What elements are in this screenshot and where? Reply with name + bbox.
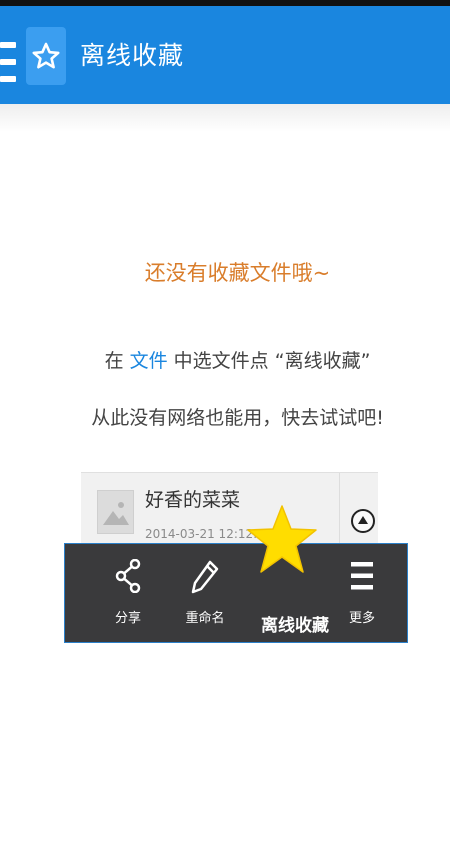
- pencil-icon: [190, 559, 220, 599]
- file-name: 好香的菜菜: [145, 489, 241, 511]
- hint-prefix: 在: [104, 350, 130, 372]
- rename-button[interactable]: 重命名: [167, 544, 243, 642]
- hamburger-menu-icon[interactable]: [0, 42, 16, 82]
- share-label: 分享: [114, 611, 141, 626]
- app-bar-shadow: [0, 104, 450, 132]
- offline-favorite-label: 离线收藏: [261, 616, 329, 636]
- rename-label: 重命名: [185, 611, 225, 626]
- star-icon: [246, 504, 318, 578]
- example-file-row: 好香的菜菜 2014-03-21 12:12:24 100: [81, 472, 378, 547]
- star-outline-icon: [26, 27, 66, 85]
- file-action-bar: 分享 重命名 离线收藏 更多: [64, 543, 408, 643]
- image-placeholder-icon: [97, 490, 134, 534]
- empty-state-hint-1: 在 文件 中选文件点 “离线收藏”: [0, 347, 450, 375]
- chevron-up-circle-icon: [351, 509, 375, 533]
- files-link[interactable]: 文件: [130, 350, 168, 372]
- more-label: 更多: [348, 611, 375, 626]
- share-button[interactable]: 分享: [95, 544, 161, 642]
- hint-suffix: 中选文件点 “离线收藏”: [167, 350, 371, 372]
- more-menu-icon: [351, 561, 373, 595]
- more-button[interactable]: 更多: [340, 544, 384, 642]
- row-divider: [339, 473, 340, 547]
- page-title: 离线收藏: [80, 41, 185, 70]
- share-icon: [115, 558, 141, 597]
- empty-state-title: 还没有收藏文件哦~: [144, 261, 331, 285]
- empty-state-hint-2: 从此没有网络也能用，快去试试吧!: [91, 407, 384, 429]
- app-bar: 离线收藏: [0, 6, 450, 104]
